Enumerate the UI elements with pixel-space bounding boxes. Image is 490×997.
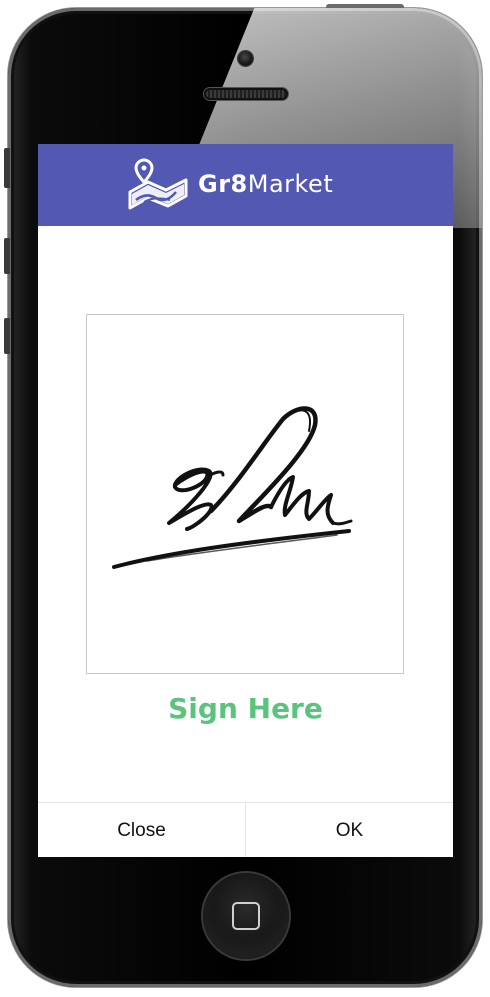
brand-name-regular: Market bbox=[247, 170, 334, 198]
dialog-footer: Close OK bbox=[38, 802, 453, 857]
front-camera bbox=[238, 51, 253, 66]
volume-down-button[interactable] bbox=[4, 318, 10, 354]
brand-name-bold: Gr8 bbox=[198, 170, 248, 198]
ok-button[interactable]: OK bbox=[246, 803, 453, 857]
app-screen: Gr8Market Sign Here Close OK bbox=[38, 144, 453, 857]
home-button[interactable] bbox=[203, 873, 289, 959]
app-header: Gr8Market bbox=[38, 144, 453, 226]
close-button[interactable]: Close bbox=[38, 803, 246, 857]
sign-here-label: Sign Here bbox=[168, 692, 323, 725]
earpiece-speaker bbox=[204, 88, 288, 100]
home-square-icon bbox=[232, 902, 260, 930]
power-button[interactable] bbox=[326, 4, 404, 10]
signature-pad[interactable] bbox=[86, 314, 404, 674]
brand-logo: Gr8Market bbox=[126, 156, 333, 212]
brand-name: Gr8Market bbox=[198, 170, 333, 198]
mute-switch[interactable] bbox=[4, 148, 10, 188]
map-pin-icon bbox=[128, 158, 188, 210]
signature-stroke bbox=[112, 406, 353, 569]
volume-up-button[interactable] bbox=[4, 238, 10, 274]
